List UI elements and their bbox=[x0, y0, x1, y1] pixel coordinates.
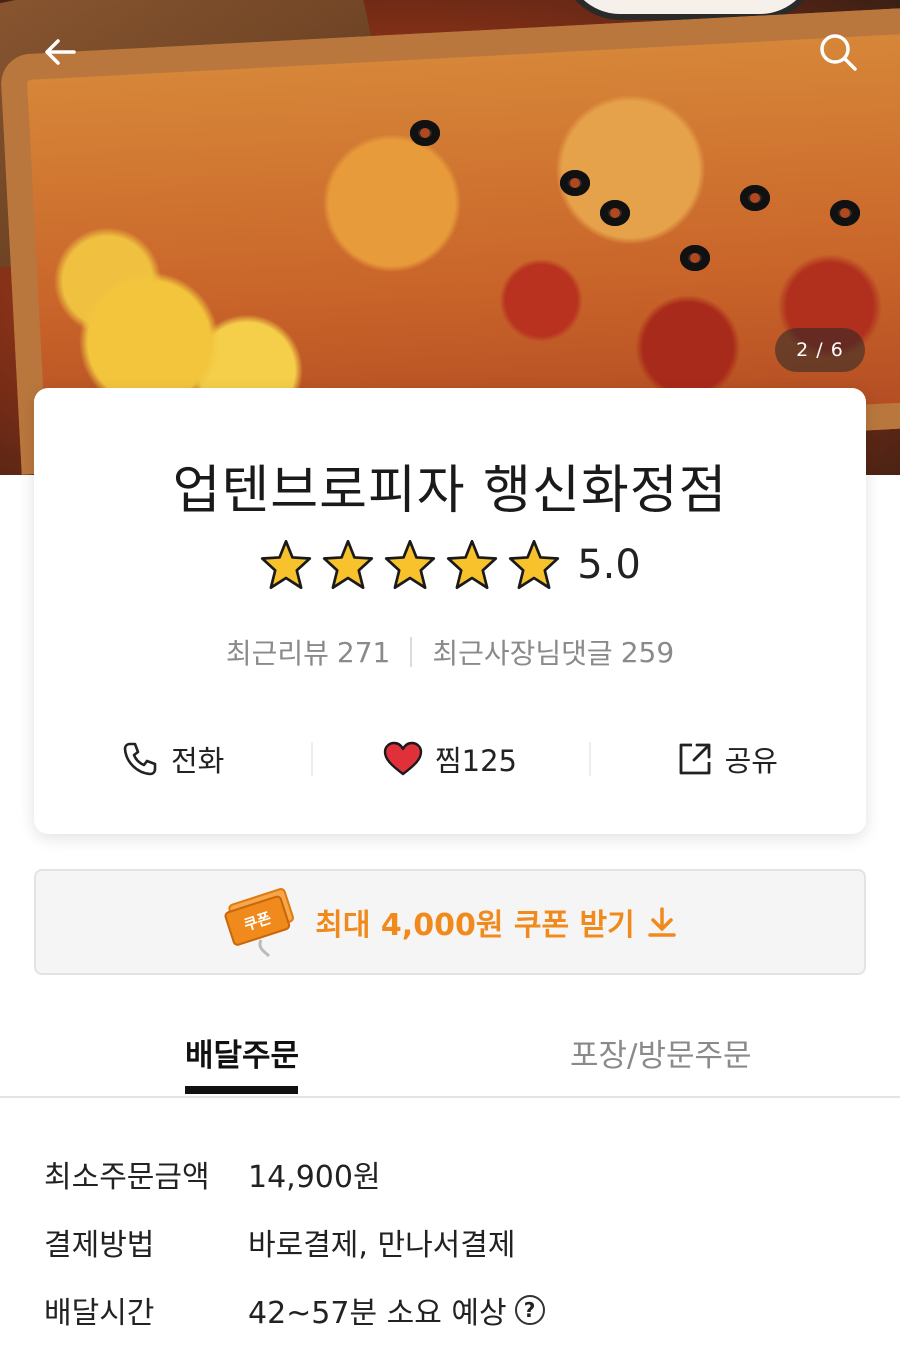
olive-topping bbox=[600, 200, 630, 226]
olive-topping bbox=[680, 245, 710, 271]
star-icon bbox=[447, 539, 498, 590]
info-row-payment: 결제방법 바로결제, 만나서결제 bbox=[44, 1208, 864, 1276]
rating-value: 5.0 bbox=[577, 542, 641, 588]
payment-value: 바로결제, 만나서결제 bbox=[248, 1228, 516, 1263]
min-order-label: 최소주문금액 bbox=[44, 1160, 210, 1195]
info-row-delivery-time: 배달시간 42~57분 소요 예상 ? bbox=[44, 1276, 864, 1344]
store-actions: 전화 찜125 공유 bbox=[34, 724, 866, 794]
olive-topping bbox=[410, 120, 440, 146]
coupon-text: 최대 4,000원 쿠폰 받기 bbox=[315, 908, 635, 943]
payment-label: 결제방법 bbox=[44, 1228, 155, 1263]
delivery-time-value: 42~57분 소요 예상 bbox=[248, 1296, 507, 1331]
tab-pickup-label: 포장/방문주문 bbox=[570, 1038, 752, 1074]
call-button[interactable]: 전화 bbox=[34, 724, 311, 794]
star-icon bbox=[385, 539, 436, 590]
divider bbox=[410, 637, 413, 667]
image-page-indicator: 2 / 6 bbox=[775, 328, 865, 372]
olive-topping bbox=[560, 170, 590, 196]
coupon-download-button[interactable]: 쿠폰 최대 4,000원 쿠폰 받기 bbox=[34, 869, 866, 975]
tab-delivery-label: 배달주문 bbox=[185, 1038, 300, 1074]
tab-delivery[interactable]: 배달주문 bbox=[185, 1030, 300, 1094]
search-button[interactable] bbox=[808, 22, 868, 82]
delivery-time-value-group: 42~57분 소요 예상 ? bbox=[248, 1288, 545, 1332]
olive-topping bbox=[740, 185, 770, 211]
back-arrow-icon bbox=[45, 39, 76, 65]
back-button[interactable] bbox=[30, 22, 90, 82]
owner-comments-label: 최근사장님댓글 bbox=[432, 637, 613, 670]
share-label: 공유 bbox=[724, 744, 778, 778]
share-icon bbox=[679, 743, 711, 775]
active-tab-indicator bbox=[185, 1086, 298, 1094]
tab-pickup[interactable]: 포장/방문주문 bbox=[570, 1030, 752, 1075]
search-icon bbox=[820, 34, 857, 71]
recent-reviews-count: 271 bbox=[336, 635, 391, 669]
coupon-ticket-icon: 쿠폰 bbox=[224, 888, 295, 958]
download-arrow-icon bbox=[647, 907, 676, 937]
star-icon bbox=[261, 539, 312, 590]
order-type-tabs: 배달주문 포장/방문주문 bbox=[0, 1010, 900, 1098]
store-info-card: 업텐브로피자 행신화정점 5.0 최근리뷰 271 최근사장님댓글 259 전화… bbox=[34, 388, 866, 834]
star-icon bbox=[509, 539, 560, 590]
delivery-time-label: 배달시간 bbox=[44, 1296, 155, 1331]
rating-row[interactable]: 5.0 bbox=[34, 538, 866, 592]
star-icon bbox=[323, 539, 374, 590]
share-button[interactable]: 공유 bbox=[588, 724, 866, 794]
help-icon[interactable]: ? bbox=[514, 1295, 545, 1325]
phone-icon bbox=[123, 742, 157, 776]
like-button[interactable]: 찜125 bbox=[311, 724, 588, 794]
store-name: 업텐브로피자 행신화정점 bbox=[172, 461, 728, 521]
review-stats[interactable]: 최근리뷰 271 최근사장님댓글 259 bbox=[34, 632, 866, 672]
olive-topping bbox=[830, 200, 860, 226]
owner-comments-count: 259 bbox=[620, 635, 675, 669]
like-label: 찜125 bbox=[434, 744, 518, 778]
heart-icon bbox=[383, 741, 423, 776]
call-label: 전화 bbox=[170, 744, 225, 778]
recent-reviews-label: 최근리뷰 bbox=[225, 637, 329, 670]
delivery-info-list: 최소주문금액 14,900원 결제방법 바로결제, 만나서결제 배달시간 42~… bbox=[44, 1140, 864, 1344]
min-order-value: 14,900원 bbox=[248, 1160, 381, 1195]
info-row-min-order: 최소주문금액 14,900원 bbox=[44, 1140, 864, 1208]
